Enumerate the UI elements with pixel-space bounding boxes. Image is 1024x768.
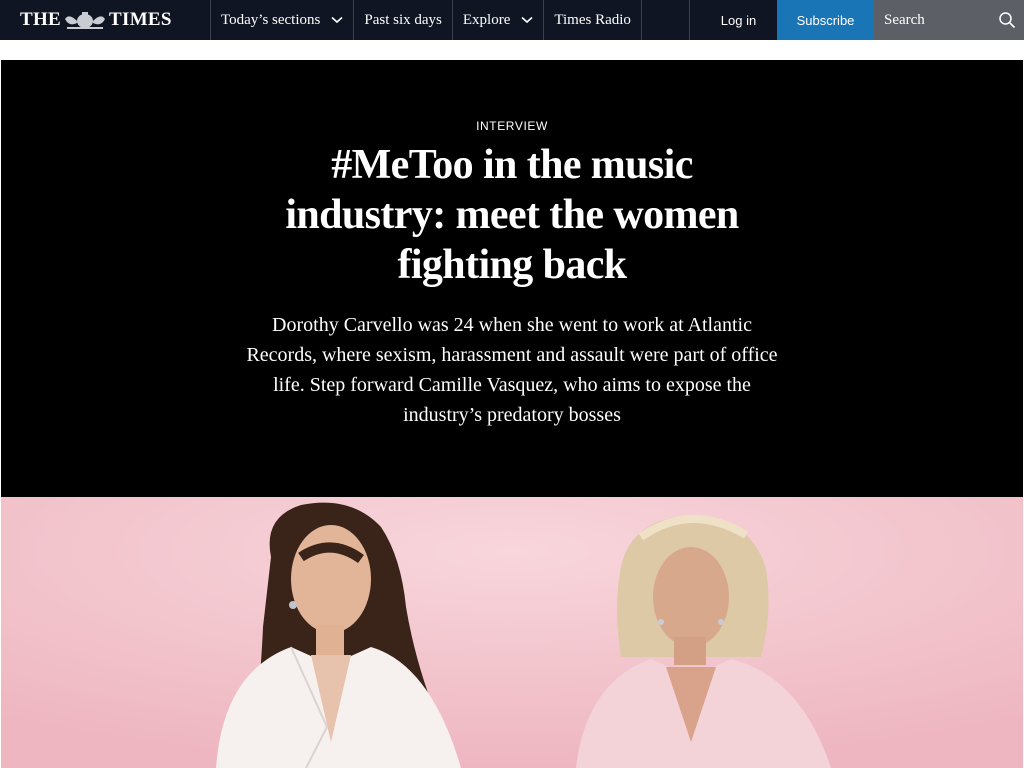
article-hero: INTERVIEW #MeToo in the music industry: … [1, 60, 1023, 497]
chevron-down-icon [521, 16, 533, 24]
nav-label-todays-sections: Today’s sections [221, 11, 321, 28]
lead-photo-illustration [1, 497, 1023, 768]
nav-item-todays-sections[interactable]: Today’s sections [211, 0, 355, 40]
logo-word-the: THE [20, 9, 62, 30]
nav-item-explore[interactable]: Explore [453, 0, 545, 40]
login-button[interactable]: Log in [700, 0, 777, 40]
article-headline: #MeToo in the music industry: meet the w… [285, 142, 739, 288]
nav-item-past-six-days[interactable]: Past six days [354, 0, 453, 40]
article-lead-image [1, 497, 1023, 768]
nav-label-past-six-days: Past six days [364, 11, 442, 28]
nav-label-explore: Explore [462, 11, 511, 28]
logo-word-times: TIMES [109, 9, 172, 30]
nav-spacer [642, 0, 690, 40]
site-header: THE TIMES Today’s sections Past six days… [0, 0, 1024, 40]
royal-crest-icon [65, 12, 106, 29]
nav-label-times-radio: Times Radio [554, 11, 631, 28]
article-kicker: INTERVIEW [476, 119, 548, 133]
nav-item-times-radio[interactable]: Times Radio [544, 0, 642, 40]
subscribe-button[interactable]: Subscribe [777, 0, 874, 40]
search-icon[interactable] [998, 11, 1016, 29]
search-placeholder: Search [884, 11, 925, 28]
times-logo[interactable]: THE TIMES [0, 0, 211, 40]
search-input[interactable]: Search [874, 0, 1024, 40]
nav-gap [690, 0, 700, 40]
chevron-down-icon [331, 16, 343, 24]
article-standfirst: Dorothy Carvello was 24 when she went to… [246, 314, 778, 426]
